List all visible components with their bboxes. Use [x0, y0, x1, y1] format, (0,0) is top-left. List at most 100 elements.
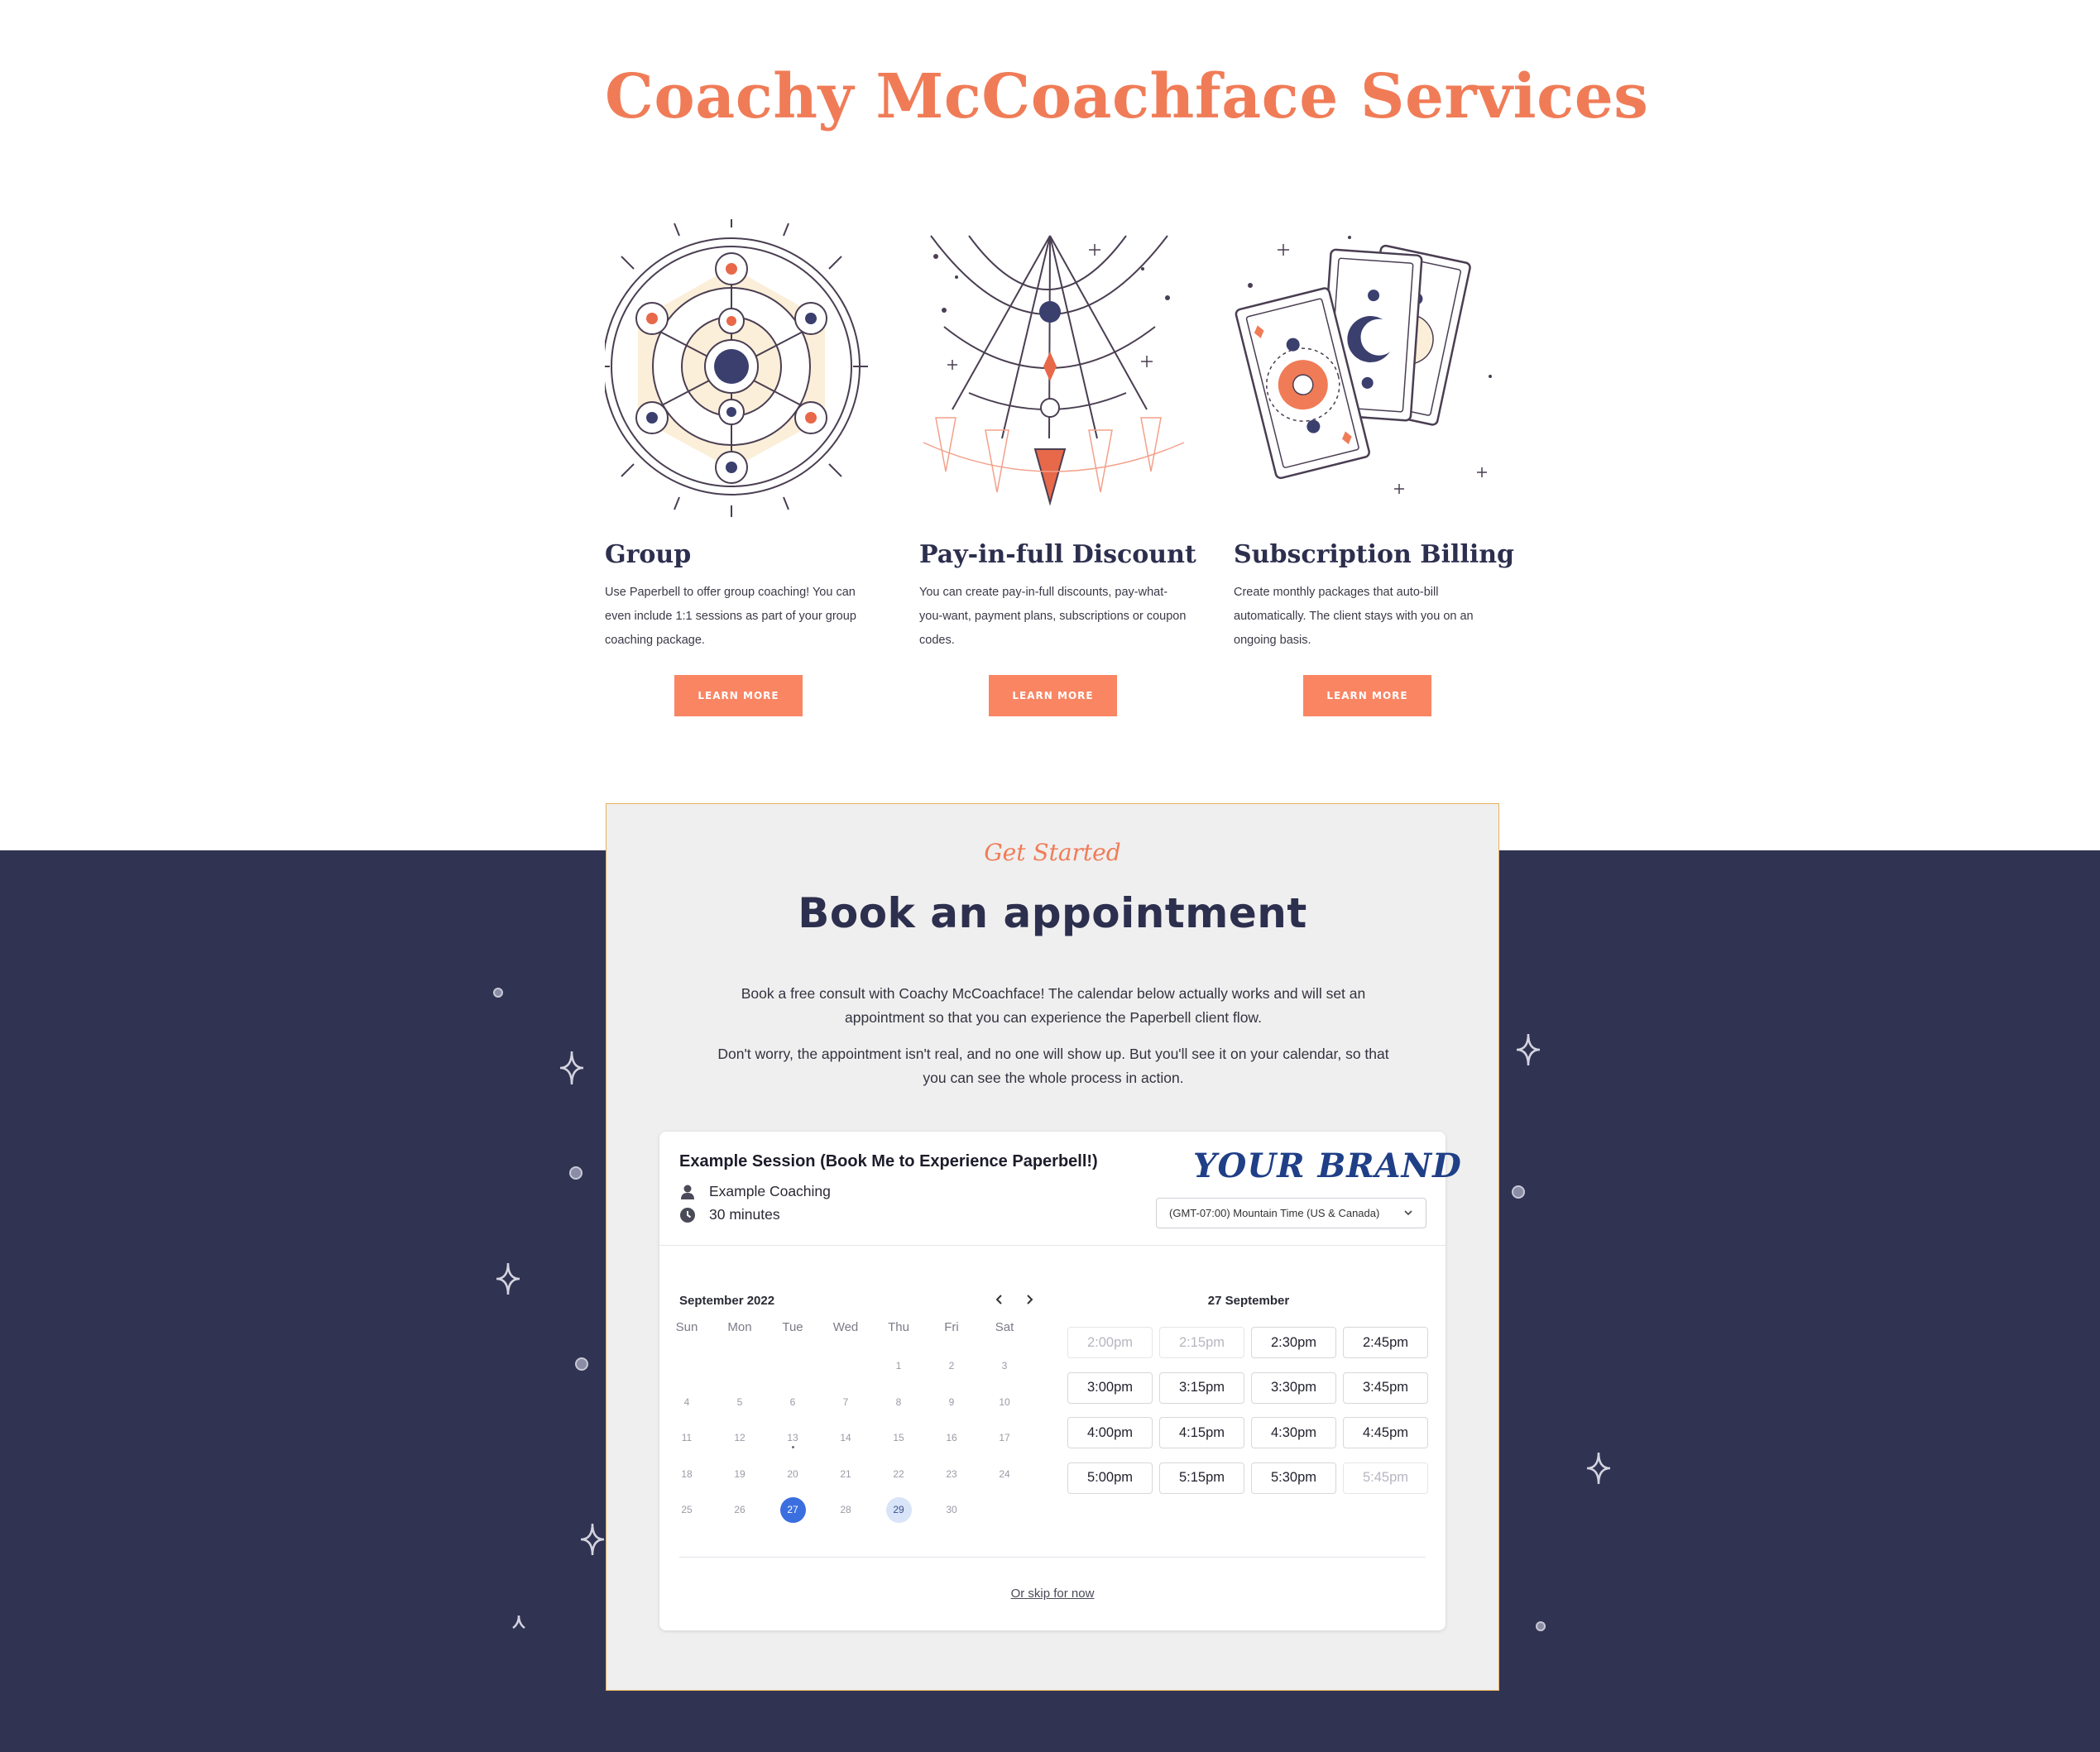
calendar-day: 17 [978, 1424, 1031, 1452]
service-title: Pay-in-full Discount [919, 540, 1196, 569]
weekday-label: Thu [888, 1320, 909, 1334]
time-slot-button[interactable]: 4:00pm [1067, 1417, 1153, 1448]
day-number: 3 [1001, 1360, 1008, 1371]
day-number: 14 [840, 1432, 851, 1444]
day-number: 18 [681, 1467, 693, 1480]
day-number: 8 [895, 1395, 902, 1408]
calendar-day: 11 [660, 1424, 713, 1452]
calendar-day-available[interactable]: 29 [872, 1496, 925, 1524]
calendar-day: 2 [925, 1352, 978, 1380]
learn-more-button[interactable]: LEARN MORE [989, 675, 1117, 716]
time-slot-button[interactable]: 4:30pm [1251, 1417, 1336, 1448]
calendar-day: 19 [713, 1460, 766, 1488]
time-slot-disabled: 2:15pm [1159, 1327, 1244, 1358]
calendar-day: 22 [872, 1460, 925, 1488]
calendar-day: 3 [978, 1352, 1031, 1380]
day-number: 21 [840, 1467, 851, 1480]
day-number: 9 [948, 1395, 955, 1408]
booking-title: Book an appointment [798, 889, 1307, 937]
time-slot-button[interactable]: 5:15pm [1159, 1462, 1244, 1494]
day-number: 19 [734, 1467, 746, 1480]
day-number: 13 [787, 1432, 798, 1444]
timezone-select[interactable]: (GMT-07:00) Mountain Time (US & Canada) [1156, 1198, 1426, 1228]
time-slot-button[interactable]: 4:15pm [1159, 1417, 1244, 1448]
day-number: 30 [946, 1504, 957, 1516]
calendar-day: 6 [766, 1388, 819, 1416]
skip-link[interactable]: Or skip for now [659, 1587, 1446, 1601]
day-number: 15 [893, 1432, 904, 1444]
prev-month-button[interactable] [990, 1290, 1009, 1309]
weekday-label: Tue [782, 1320, 803, 1334]
time-slot-disabled: 2:00pm [1067, 1327, 1153, 1358]
time-slot-button[interactable]: 5:30pm [1251, 1462, 1336, 1494]
booking-intro: Book a free consult with Coachy McCoachf… [741, 985, 1366, 1026]
learn-more-button[interactable]: LEARN MORE [1303, 675, 1431, 716]
time-slot-button[interactable]: 3:15pm [1159, 1371, 1244, 1404]
weekday-label: Fri [944, 1320, 959, 1334]
time-slot-button[interactable]: 3:30pm [1251, 1371, 1336, 1404]
day-number: 22 [893, 1467, 904, 1480]
calendar-day: 8 [872, 1388, 925, 1416]
day-number: 11 [681, 1432, 693, 1444]
chevron-right-icon [1027, 1295, 1033, 1304]
weekday-label: Sat [995, 1320, 1014, 1334]
day-number: 29 [885, 1496, 912, 1523]
coach-row: Example Coaching [679, 1183, 831, 1200]
calendar-day: 7 [819, 1388, 872, 1416]
calendar-day: 5 [713, 1388, 766, 1416]
calendar-day: 14 [819, 1424, 872, 1452]
calendar-day-selected[interactable]: 27 [766, 1496, 819, 1524]
calendar-month: September 2022 [679, 1294, 775, 1308]
time-slot-disabled: 5:45pm [1343, 1462, 1428, 1494]
day-number: 25 [681, 1504, 693, 1516]
clock-icon [680, 1207, 695, 1223]
calendar-day: 24 [978, 1460, 1031, 1488]
day-number: 2 [948, 1360, 955, 1371]
day-number: 7 [842, 1395, 849, 1408]
brand-logo: YOUR BRAND [1193, 1146, 1462, 1185]
calendar-day: 12 [713, 1424, 766, 1452]
calendar-day: 25 [660, 1496, 713, 1524]
time-slot-button[interactable]: 5:00pm [1067, 1462, 1153, 1494]
day-number: 28 [840, 1504, 851, 1516]
calendar-day: 10 [978, 1388, 1031, 1416]
next-month-button[interactable] [1020, 1290, 1038, 1309]
duration-row: 30 minutes [679, 1206, 780, 1223]
day-number: 20 [787, 1467, 798, 1480]
time-slot-button[interactable]: 3:45pm [1343, 1371, 1428, 1404]
hanging-crystals-illustration [923, 235, 1185, 506]
scheduling-widget: Example Session (Book Me to Experience P… [659, 1132, 1462, 1630]
calendar-day: 4 [660, 1388, 713, 1416]
calendar-day: 26 [713, 1496, 766, 1524]
person-icon [681, 1185, 694, 1199]
time-slot-button[interactable]: 4:45pm [1343, 1417, 1428, 1448]
time-slot-button[interactable]: 3:00pm [1067, 1371, 1153, 1404]
day-number: 26 [734, 1504, 746, 1516]
day-number: 10 [999, 1395, 1010, 1408]
timezone-value: (GMT-07:00) Mountain Time (US & Canada) [1169, 1207, 1380, 1219]
service-title: Group [605, 540, 692, 569]
service-title: Subscription Billing [1234, 540, 1515, 569]
day-number: 5 [736, 1395, 743, 1408]
learn-more-button[interactable]: LEARN MORE [674, 675, 803, 716]
calendar-day: 13 [766, 1424, 819, 1452]
zodiac-wheel-illustration [605, 219, 868, 517]
eyebrow-text: Get Started [984, 839, 1121, 866]
time-slot-button[interactable]: 2:45pm [1343, 1327, 1428, 1358]
day-number: 12 [734, 1432, 746, 1444]
day-number: 24 [999, 1467, 1010, 1480]
page-title: Coachy McCoachface Services [605, 61, 1649, 132]
calendar-day: 28 [819, 1496, 872, 1524]
day-number: 17 [999, 1432, 1010, 1444]
calendar-day: 23 [925, 1460, 978, 1488]
time-slot-button[interactable]: 2:30pm [1251, 1327, 1336, 1358]
booking-disclaimer: Don't worry, the appointment isn't real,… [717, 1046, 1389, 1086]
tarot-cards-illustration [1235, 236, 1492, 494]
weekday-label: Sun [675, 1320, 698, 1334]
weekday-label: Wed [832, 1320, 859, 1334]
service-description: Use Paperbell to offer group coaching! Y… [605, 586, 856, 647]
services-section: Coachy McCoachface Services Group Use Pa… [0, 0, 2100, 850]
calendar-day: 9 [925, 1388, 978, 1416]
calendar-day: 1 [872, 1352, 925, 1380]
day-number: 1 [895, 1360, 902, 1371]
